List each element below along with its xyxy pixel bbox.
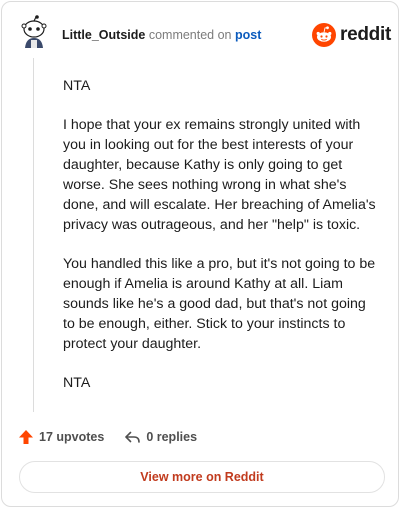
reddit-brand-link[interactable]: reddit [312, 22, 391, 48]
comment-byline: Little_Outside commented on post [62, 28, 261, 42]
thread-line [33, 58, 34, 412]
reply-arrow-icon [125, 431, 141, 443]
comment-paragraph: I hope that your ex remains strongly uni… [63, 117, 376, 233]
reddit-logo-icon [312, 23, 336, 47]
upvotes-count: 17 upvotes [39, 430, 105, 444]
reddit-wordmark: reddit [340, 24, 391, 45]
username-link[interactable]: Little_Outside [62, 28, 145, 42]
comment-paragraph: NTA [63, 375, 91, 391]
comment-paragraph: NTA [63, 78, 91, 94]
user-avatar[interactable] [16, 14, 52, 50]
byline-action: commented on [148, 28, 232, 42]
upvotes-stat[interactable]: 17 upvotes [18, 429, 104, 445]
comment-header: Little_Outside commented on post reddit [2, 2, 398, 66]
view-more-button[interactable]: View more on Reddit [19, 461, 385, 493]
embedded-comment-card: Little_Outside commented on post reddit … [1, 1, 399, 507]
upvote-arrow-icon [19, 430, 33, 444]
comment-body: NTA I hope that your ex remains strongly… [63, 76, 381, 412]
comment-paragraph: You handled this like a pro, but it's no… [63, 256, 376, 352]
comment-footer: 17 upvotes 0 replies [18, 426, 197, 448]
post-link[interactable]: post [235, 28, 261, 42]
replies-stat[interactable]: 0 replies [124, 429, 197, 445]
snoo-avatar-icon [17, 15, 51, 49]
replies-count: 0 replies [146, 430, 198, 444]
